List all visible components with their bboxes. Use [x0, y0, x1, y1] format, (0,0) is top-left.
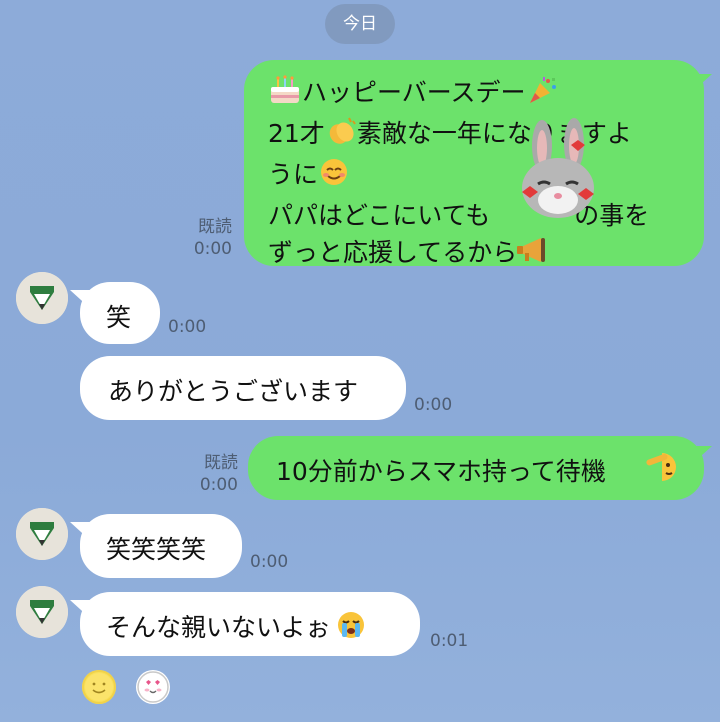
- message-line: ハッピーバースデー: [302, 78, 526, 107]
- read-receipt: 既読: [204, 453, 238, 473]
- smile-reaction-icon[interactable]: [82, 670, 116, 704]
- message-text: ありがとうございます: [108, 377, 359, 406]
- party-popper-icon: [526, 75, 560, 115]
- message-text: 笑: [106, 303, 132, 332]
- outgoing-message-bubble[interactable]: 10分前からスマホ持って待機: [248, 436, 704, 500]
- saluting-face-icon: [644, 450, 680, 484]
- message-line: 21才: [268, 119, 325, 148]
- message-text: 笑笑笑笑: [106, 535, 207, 564]
- read-receipt: 既読: [198, 217, 232, 237]
- message-time: 0:00: [168, 317, 207, 337]
- message-time: 0:00: [199, 475, 238, 495]
- incoming-message-bubble[interactable]: ありがとうございます: [80, 356, 406, 420]
- rabbit-sticker-icon: [512, 118, 608, 222]
- message-text: そんな親いないよぉ: [106, 613, 331, 642]
- birthday-message-text: ハッピーバースデー 21才 素敵な一年になりますよ うに パパはどこにいても の…: [268, 74, 688, 275]
- message-time: 0:00: [250, 552, 289, 572]
- message-time: 0:00: [414, 395, 453, 415]
- megaphone-icon: [517, 235, 553, 275]
- message-time: 0:01: [430, 631, 469, 651]
- message-time: 0:00: [193, 239, 232, 259]
- date-separator: 今日: [325, 4, 395, 44]
- avatar[interactable]: [16, 586, 68, 638]
- message-text: 10分前からスマホ持って待機: [276, 457, 606, 486]
- crying-face-icon: [335, 610, 367, 646]
- chat-area[interactable]: 今日 ハッピーバースデー 21才 素敵な一年になりますよ うに パパはどこにいて…: [0, 0, 720, 722]
- incoming-message-bubble[interactable]: そんな親いないよぉ: [80, 592, 420, 656]
- heart-eyes-reaction-icon[interactable]: [136, 670, 170, 704]
- incoming-message-bubble[interactable]: 笑笑笑笑: [80, 514, 242, 578]
- message-line: パパはどこにいても: [268, 201, 491, 230]
- smiling-face-icon: [318, 157, 350, 197]
- avatar[interactable]: [16, 508, 68, 560]
- message-line: うに: [268, 160, 319, 189]
- incoming-message-bubble[interactable]: 笑: [80, 282, 160, 344]
- cake-icon: [268, 75, 302, 115]
- message-line: ずっと応援してるから: [268, 238, 518, 267]
- avatar[interactable]: [16, 272, 68, 324]
- clapping-hands-icon: [325, 116, 357, 156]
